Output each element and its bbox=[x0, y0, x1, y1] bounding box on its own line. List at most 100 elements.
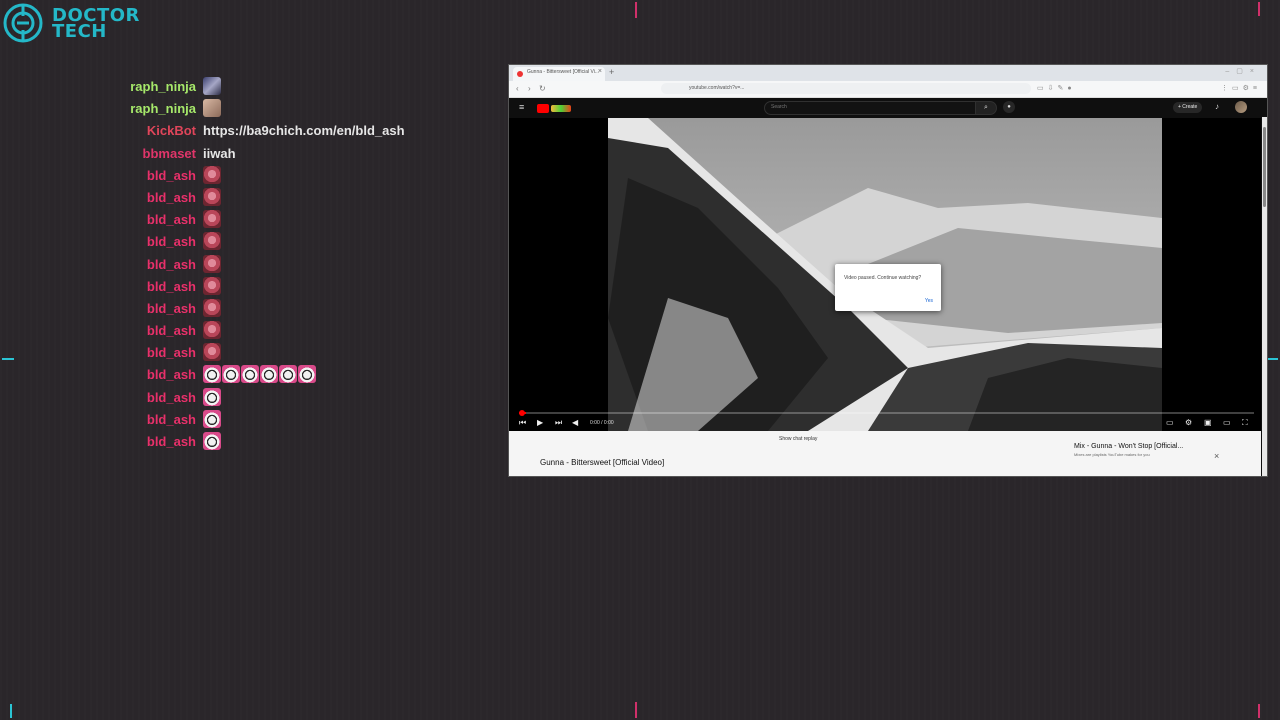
dialog-message: Video paused. Continue watching? bbox=[844, 275, 922, 281]
chat-username[interactable]: bld_ash bbox=[147, 190, 196, 205]
chat-username[interactable]: raph_ninja bbox=[130, 79, 196, 94]
doctor-tech-logo: DOCTOR TECH bbox=[2, 2, 172, 46]
url-text: youtube.com/watch?v=... bbox=[689, 85, 745, 91]
mix-close-icon[interactable]: × bbox=[1214, 451, 1219, 461]
chat-username[interactable]: bld_ash bbox=[147, 234, 196, 249]
chat-text[interactable]: https://ba9chich.com/en/bld_ash bbox=[203, 123, 405, 138]
settings-gear-icon[interactable]: ⚙ bbox=[1185, 418, 1192, 427]
volume-icon[interactable]: ◀ bbox=[572, 418, 578, 427]
mix-playlist-panel[interactable]: Mix - Gunna - Won't Stop [Official... Mi… bbox=[1074, 443, 1224, 457]
reload-icon[interactable]: ↻ bbox=[539, 84, 546, 93]
chat-message: bld_ash bbox=[100, 409, 500, 431]
hamburger-menu-icon[interactable]: ≡ bbox=[519, 102, 524, 112]
video-info-area: Show chat replay Gunna - Bittersweet [Of… bbox=[509, 431, 1261, 476]
youtube-header: ≡ Search ⌕ ● + Create ♪ bbox=[509, 98, 1267, 118]
emote-bag-icon bbox=[203, 254, 221, 273]
account-avatar[interactable] bbox=[1235, 101, 1247, 113]
notifications-bell-icon[interactable]: ♪ bbox=[1215, 102, 1219, 111]
chat-message: bld_ash bbox=[100, 320, 500, 342]
chat-message: bld_ash bbox=[100, 187, 500, 209]
emote-bag-icon bbox=[203, 210, 221, 229]
chat-emotes bbox=[203, 165, 221, 185]
chat-username[interactable]: bld_ash bbox=[147, 367, 196, 382]
emote-face-icon bbox=[203, 365, 221, 384]
mix-title: Mix - Gunna - Won't Stop [Official... bbox=[1074, 443, 1184, 450]
continue-watching-dialog: Video paused. Continue watching? Yes bbox=[835, 264, 941, 311]
tab-youtube[interactable]: Gunna - Bittersweet [Official Vi... × bbox=[513, 67, 605, 81]
chat-username[interactable]: bld_ash bbox=[147, 212, 196, 227]
youtube-logo[interactable] bbox=[537, 104, 571, 113]
play-icon[interactable]: ▶ bbox=[537, 418, 543, 427]
mix-subtitle: Mixes are playlists YouTube makes for yo… bbox=[1074, 452, 1150, 457]
chat-emotes bbox=[203, 254, 221, 274]
emote-face-icon bbox=[260, 365, 278, 384]
logo-text: DOCTOR TECH bbox=[52, 7, 140, 42]
right-crosshair bbox=[1266, 358, 1278, 360]
emote-face-icon bbox=[203, 432, 221, 450]
fullscreen-icon[interactable]: ⛶ bbox=[1242, 418, 1248, 428]
top-center-marker bbox=[635, 2, 637, 18]
chat-message: bld_ash bbox=[100, 231, 500, 253]
chat-username[interactable]: KickBot bbox=[147, 123, 196, 138]
chat-username[interactable]: bld_ash bbox=[147, 345, 196, 360]
theater-mode-icon[interactable]: ▭ bbox=[1223, 418, 1231, 427]
chat-username[interactable]: bld_ash bbox=[147, 301, 196, 316]
microphone-icon[interactable]: ● bbox=[1003, 101, 1015, 113]
chat-overlay: raph_ninja raph_ninja KickBot https://ba9ch… bbox=[100, 76, 500, 453]
tab-bar: Gunna - Bittersweet [Official Vi... × + … bbox=[509, 65, 1267, 81]
video-progress-bar[interactable] bbox=[519, 410, 1254, 416]
browser-menu-icons[interactable]: ⋮▭⚙≡ bbox=[1221, 84, 1261, 92]
create-button[interactable]: + Create bbox=[1173, 102, 1203, 113]
page-scrollbar[interactable] bbox=[1262, 117, 1267, 476]
previous-icon[interactable]: ⏮ bbox=[519, 418, 526, 428]
extension-icons[interactable]: ▭⇩✎● bbox=[1037, 84, 1076, 92]
chat-username[interactable]: raph_ninja bbox=[130, 101, 196, 116]
chat-emotes bbox=[203, 387, 221, 407]
chat-username[interactable]: bld_ash bbox=[147, 390, 196, 405]
emote-face-icon bbox=[241, 365, 259, 384]
chat-message: bld_ash bbox=[100, 342, 500, 364]
logo-mark-icon bbox=[3, 3, 43, 43]
browser-toolbar: ‹ › ↻ youtube.com/watch?v=... ▭⇩✎● ⋮▭⚙≡ bbox=[509, 81, 1267, 98]
subtitles-icon[interactable]: ▭ bbox=[1166, 418, 1174, 427]
next-icon[interactable]: ⏭ bbox=[555, 418, 562, 428]
chat-username[interactable]: bbmaset bbox=[143, 146, 196, 161]
chat-username[interactable]: bld_ash bbox=[147, 434, 196, 449]
chat-message: bld_ash bbox=[100, 364, 500, 386]
emote-avatar2-icon bbox=[203, 99, 221, 118]
chat-emotes bbox=[203, 343, 221, 362]
chat-emotes bbox=[203, 210, 221, 229]
chat-message: raph_ninja bbox=[100, 98, 500, 120]
chat-message: bld_ash bbox=[100, 254, 500, 276]
emote-bag-icon bbox=[203, 232, 221, 251]
video-player[interactable]: Video paused. Continue watching? Yes ⏮ ▶… bbox=[509, 118, 1261, 431]
video-title: Gunna - Bittersweet [Official Video] bbox=[540, 458, 665, 467]
forward-icon[interactable]: › bbox=[528, 84, 531, 93]
chat-username[interactable]: bld_ash bbox=[147, 279, 196, 294]
chat-emotes bbox=[203, 365, 316, 384]
logo-line-2: TECH bbox=[52, 21, 107, 42]
window-controls[interactable]: –▢× bbox=[1225, 67, 1261, 75]
emote-face-icon bbox=[203, 409, 221, 428]
miniplayer-icon[interactable]: ▣ bbox=[1204, 418, 1212, 427]
tab-close-icon[interactable]: × bbox=[598, 68, 602, 75]
youtube-search-input[interactable]: Search bbox=[764, 101, 976, 115]
new-tab-icon[interactable]: + bbox=[609, 67, 614, 77]
chat-username[interactable]: bld_ash bbox=[147, 168, 196, 183]
back-icon[interactable]: ‹ bbox=[516, 84, 519, 93]
chat-username[interactable]: bld_ash bbox=[147, 257, 196, 272]
chat-text: iiwah bbox=[203, 145, 236, 161]
chat-emotes bbox=[203, 232, 221, 251]
youtube-favicon-icon bbox=[517, 71, 523, 77]
search-icon[interactable]: ⌕ bbox=[975, 101, 997, 115]
scrollbar-thumb[interactable] bbox=[1263, 127, 1266, 207]
show-chat-replay-button[interactable]: Show chat replay bbox=[779, 436, 817, 442]
chat-username[interactable]: bld_ash bbox=[147, 412, 196, 427]
chat-message: bld_ash bbox=[100, 276, 500, 298]
emote-face-icon bbox=[222, 365, 240, 384]
chat-username[interactable]: bld_ash bbox=[147, 323, 196, 338]
dialog-yes-button[interactable]: Yes bbox=[925, 298, 933, 304]
top-right-marker bbox=[1258, 2, 1260, 16]
address-bar[interactable]: youtube.com/watch?v=... bbox=[661, 83, 1031, 94]
progress-scrubber[interactable] bbox=[519, 410, 525, 416]
